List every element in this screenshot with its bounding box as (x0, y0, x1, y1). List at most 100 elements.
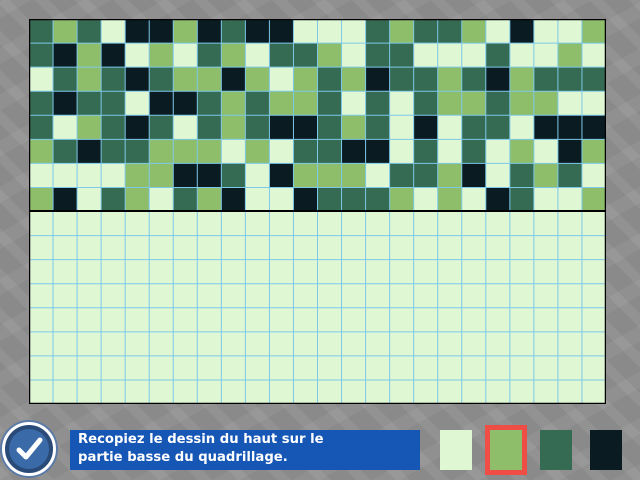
canvas-cell[interactable] (437, 379, 462, 404)
canvas-cell[interactable] (461, 235, 486, 260)
canvas-cell[interactable] (461, 283, 486, 308)
canvas-cell[interactable] (29, 235, 54, 260)
canvas-cell[interactable] (389, 259, 414, 284)
canvas-cell[interactable] (317, 235, 342, 260)
canvas-cell[interactable] (53, 259, 78, 284)
canvas-cell[interactable] (533, 259, 558, 284)
canvas-cell[interactable] (101, 307, 126, 332)
canvas-cell[interactable] (149, 235, 174, 260)
canvas-cell[interactable] (461, 331, 486, 356)
canvas-cell[interactable] (197, 307, 222, 332)
canvas-cell[interactable] (77, 331, 102, 356)
canvas-cell[interactable] (341, 211, 366, 236)
canvas-cell[interactable] (221, 307, 246, 332)
canvas-cell[interactable] (293, 379, 318, 404)
canvas-cell[interactable] (437, 355, 462, 380)
canvas-cell[interactable] (341, 379, 366, 404)
canvas-cell[interactable] (197, 379, 222, 404)
canvas-cell[interactable] (485, 259, 510, 284)
canvas-cell[interactable] (101, 331, 126, 356)
canvas-cell[interactable] (365, 331, 390, 356)
canvas-cell[interactable] (77, 379, 102, 404)
canvas-cell[interactable] (269, 355, 294, 380)
canvas-cell[interactable] (461, 259, 486, 284)
canvas-cell[interactable] (101, 283, 126, 308)
canvas-cell[interactable] (269, 235, 294, 260)
canvas-cell[interactable] (389, 283, 414, 308)
canvas-cell[interactable] (293, 355, 318, 380)
canvas-cell[interactable] (557, 259, 582, 284)
canvas-cell[interactable] (101, 235, 126, 260)
canvas-cell[interactable] (173, 259, 198, 284)
canvas-cell[interactable] (269, 331, 294, 356)
canvas-cell[interactable] (77, 355, 102, 380)
canvas-cell[interactable] (485, 379, 510, 404)
canvas-cell[interactable] (221, 379, 246, 404)
canvas-cell[interactable] (125, 259, 150, 284)
canvas-cell[interactable] (581, 283, 606, 308)
canvas-cell[interactable] (197, 283, 222, 308)
canvas-cell[interactable] (317, 331, 342, 356)
canvas-cell[interactable] (173, 379, 198, 404)
canvas-cell[interactable] (389, 307, 414, 332)
canvas-cell[interactable] (509, 283, 534, 308)
canvas-cell[interactable] (197, 235, 222, 260)
canvas-cell[interactable] (365, 259, 390, 284)
canvas-cell[interactable] (509, 379, 534, 404)
canvas-cell[interactable] (461, 379, 486, 404)
canvas-cell[interactable] (53, 307, 78, 332)
canvas-cell[interactable] (581, 307, 606, 332)
canvas-cell[interactable] (509, 355, 534, 380)
canvas-cell[interactable] (533, 235, 558, 260)
canvas-cell[interactable] (461, 211, 486, 236)
canvas-cell[interactable] (557, 331, 582, 356)
canvas-cell[interactable] (29, 355, 54, 380)
canvas-cell[interactable] (413, 379, 438, 404)
canvas-cell[interactable] (533, 331, 558, 356)
canvas-cell[interactable] (485, 331, 510, 356)
canvas-cell[interactable] (245, 283, 270, 308)
canvas-cell[interactable] (149, 331, 174, 356)
canvas-cell[interactable] (293, 307, 318, 332)
canvas-cell[interactable] (533, 355, 558, 380)
canvas-cell[interactable] (149, 307, 174, 332)
canvas-cell[interactable] (245, 259, 270, 284)
canvas-cell[interactable] (557, 307, 582, 332)
canvas-cell[interactable] (581, 331, 606, 356)
canvas-cell[interactable] (173, 307, 198, 332)
canvas-cell[interactable] (101, 211, 126, 236)
canvas-cell[interactable] (317, 259, 342, 284)
canvas-cell[interactable] (149, 283, 174, 308)
canvas-cell[interactable] (413, 307, 438, 332)
canvas-cell[interactable] (581, 235, 606, 260)
canvas-cell[interactable] (413, 355, 438, 380)
canvas-cell[interactable] (317, 307, 342, 332)
canvas-cell[interactable] (509, 331, 534, 356)
canvas-cell[interactable] (509, 211, 534, 236)
canvas-cell[interactable] (341, 283, 366, 308)
canvas-cell[interactable] (485, 211, 510, 236)
canvas-cell[interactable] (581, 355, 606, 380)
canvas-cell[interactable] (341, 259, 366, 284)
canvas-cell[interactable] (269, 379, 294, 404)
canvas-cell[interactable] (317, 211, 342, 236)
canvas-cell[interactable] (77, 307, 102, 332)
canvas-cell[interactable] (293, 331, 318, 356)
canvas-cell[interactable] (221, 355, 246, 380)
canvas-cell[interactable] (509, 235, 534, 260)
canvas-cell[interactable] (125, 235, 150, 260)
canvas-cell[interactable] (365, 235, 390, 260)
canvas-cell[interactable] (413, 259, 438, 284)
canvas-cell[interactable] (557, 355, 582, 380)
canvas-cell[interactable] (53, 283, 78, 308)
canvas-cell[interactable] (149, 211, 174, 236)
canvas-cell[interactable] (389, 211, 414, 236)
color-swatch-light-green[interactable] (440, 430, 472, 470)
canvas-cell[interactable] (413, 235, 438, 260)
canvas-cell[interactable] (461, 307, 486, 332)
canvas-cell[interactable] (533, 283, 558, 308)
canvas-cell[interactable] (101, 355, 126, 380)
canvas-cell[interactable] (389, 235, 414, 260)
canvas-cell[interactable] (365, 355, 390, 380)
canvas-cell[interactable] (245, 379, 270, 404)
